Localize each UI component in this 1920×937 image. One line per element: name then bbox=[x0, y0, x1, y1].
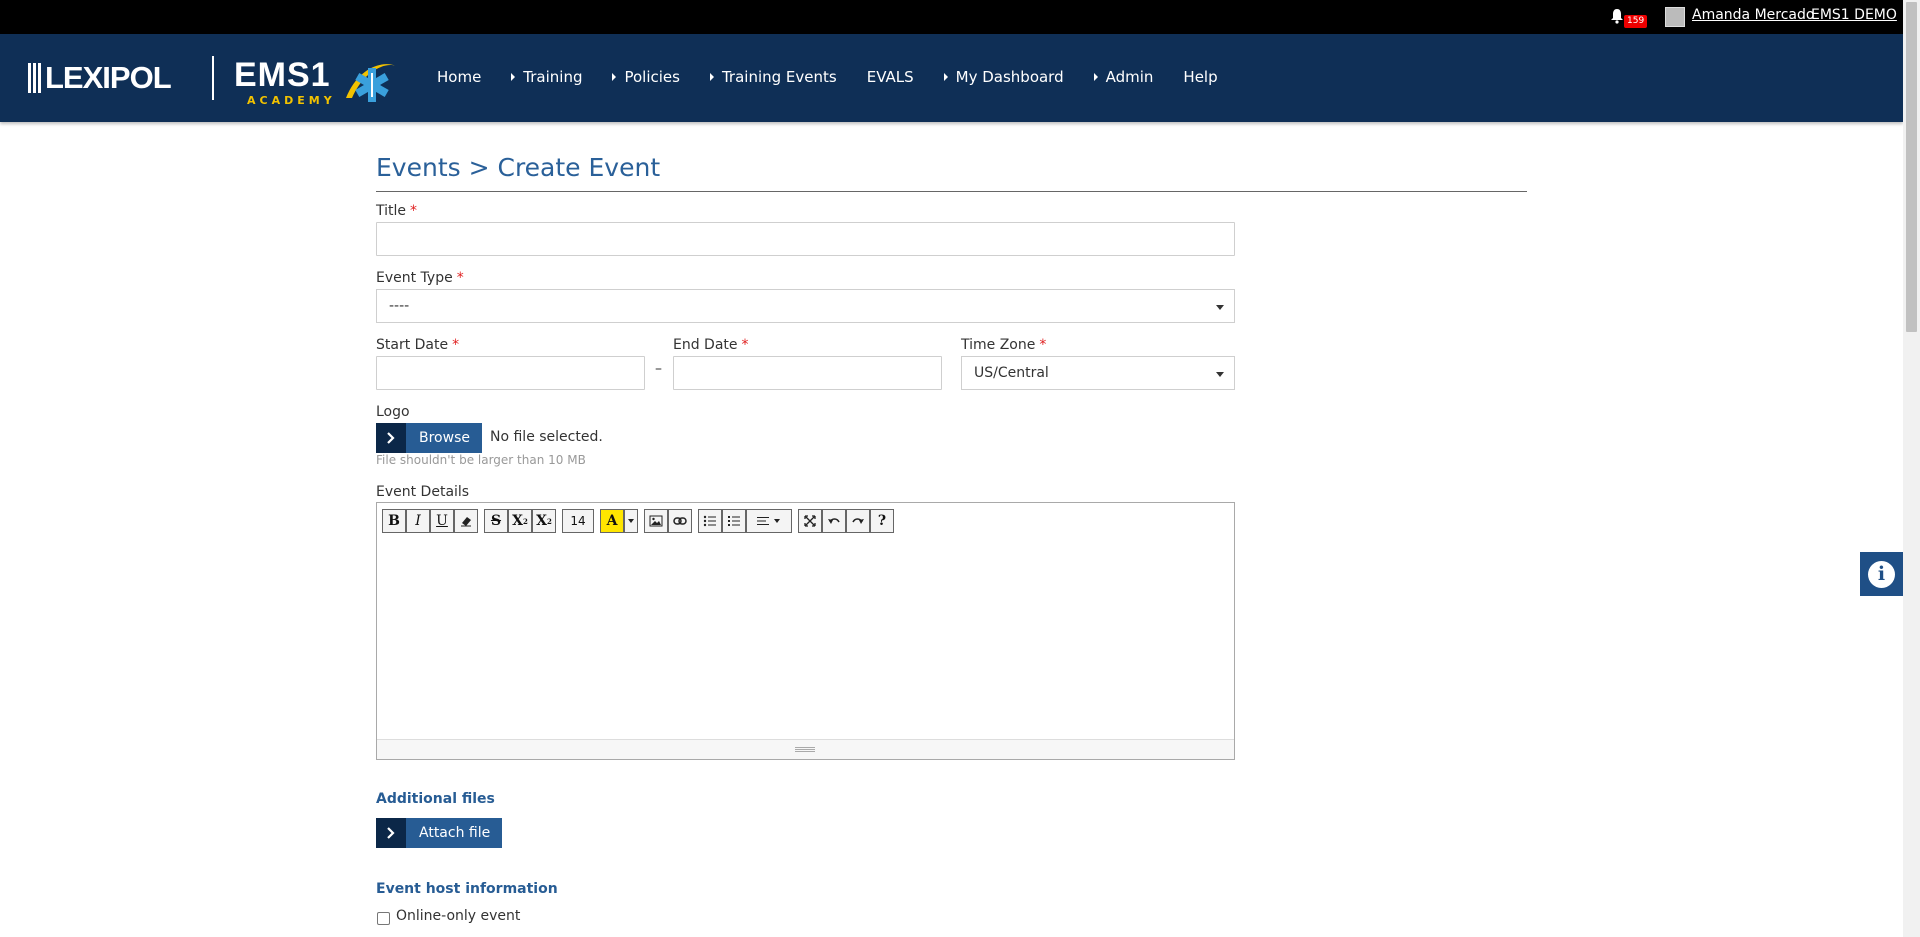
rich-text-editor[interactable]: B I U S X2 X2 14 A ? bbox=[376, 502, 1235, 760]
required-mark: * bbox=[410, 203, 418, 219]
bullet-list-icon[interactable] bbox=[698, 509, 722, 533]
logo-divider bbox=[212, 56, 214, 100]
nav-my-dashboard[interactable]: My Dashboard bbox=[943, 68, 1064, 86]
lexipol-logo[interactable]: LEXIPOL bbox=[28, 58, 172, 98]
time-zone-select[interactable]: US/Central bbox=[961, 356, 1235, 390]
caret-right-icon bbox=[943, 73, 948, 81]
chevron-down-icon bbox=[1216, 372, 1224, 377]
caret-right-icon bbox=[511, 73, 516, 81]
browse-button[interactable]: Browse bbox=[376, 423, 482, 453]
additional-files-heading: Additional files bbox=[376, 791, 495, 807]
text-color-icon[interactable]: A bbox=[600, 509, 624, 533]
nav-training[interactable]: Training bbox=[511, 68, 582, 86]
title-label: Title * bbox=[376, 203, 418, 219]
page-scrollbar[interactable] bbox=[1903, 0, 1920, 937]
subscript-icon[interactable]: X2 bbox=[532, 509, 556, 533]
org-name-link[interactable]: EMS1 DEMO bbox=[1811, 7, 1897, 23]
resize-grip-icon[interactable] bbox=[795, 747, 815, 752]
numbered-list-icon[interactable] bbox=[722, 509, 746, 533]
help-icon[interactable]: ? bbox=[870, 509, 894, 533]
event-host-info-heading: Event host information bbox=[376, 881, 558, 897]
caret-right-icon bbox=[709, 73, 714, 81]
main-nav: Home Training Policies Training Events E… bbox=[437, 68, 1248, 86]
italic-icon[interactable]: I bbox=[406, 509, 430, 533]
image-icon[interactable] bbox=[644, 509, 668, 533]
user-name-link[interactable]: Amanda Mercado bbox=[1692, 7, 1814, 23]
caret-right-icon bbox=[612, 73, 617, 81]
nav-policies[interactable]: Policies bbox=[612, 68, 680, 86]
nav-home[interactable]: Home bbox=[437, 68, 481, 86]
chevron-right-icon bbox=[376, 818, 406, 848]
avatar[interactable] bbox=[1665, 7, 1685, 27]
top-bar: 159 Amanda Mercado EMS1 DEMO bbox=[0, 0, 1903, 34]
superscript-icon[interactable]: X2 bbox=[508, 509, 532, 533]
nav-training-events[interactable]: Training Events bbox=[709, 68, 837, 86]
underline-icon[interactable]: U bbox=[430, 509, 454, 533]
end-date-input[interactable] bbox=[673, 356, 942, 390]
end-date-label: End Date * bbox=[673, 337, 749, 353]
undo-icon[interactable] bbox=[822, 509, 846, 533]
align-dropdown-icon[interactable] bbox=[746, 509, 792, 533]
editor-resize-bar[interactable] bbox=[377, 739, 1234, 759]
title-divider bbox=[376, 191, 1527, 192]
redo-icon[interactable] bbox=[846, 509, 870, 533]
page-title: Events > Create Event bbox=[376, 153, 661, 182]
main-header: LEXIPOL EMS1 ACADEMY Home Training Polic… bbox=[0, 34, 1903, 122]
event-type-select[interactable]: ---- bbox=[376, 289, 1235, 323]
attach-file-button[interactable]: Attach file bbox=[376, 818, 503, 848]
strikethrough-icon[interactable]: S bbox=[484, 509, 508, 533]
event-type-label: Event Type * bbox=[376, 270, 464, 286]
star-of-life-icon bbox=[346, 64, 396, 102]
font-size-button[interactable]: 14 bbox=[562, 509, 594, 533]
eraser-icon[interactable] bbox=[454, 509, 478, 533]
chevron-down-icon bbox=[1216, 305, 1224, 310]
no-file-text: No file selected. bbox=[490, 429, 603, 445]
nav-evals[interactable]: EVALS bbox=[867, 68, 914, 86]
logo-label: Logo bbox=[376, 404, 410, 420]
link-icon[interactable] bbox=[668, 509, 692, 533]
editor-toolbar: B I U S X2 X2 14 A ? bbox=[382, 509, 894, 533]
online-only-label: Online-only event bbox=[396, 908, 521, 924]
color-dropdown-icon[interactable] bbox=[624, 509, 638, 533]
nav-admin[interactable]: Admin bbox=[1093, 68, 1153, 86]
start-date-label: Start Date * bbox=[376, 337, 460, 353]
time-zone-label: Time Zone * bbox=[961, 337, 1047, 353]
nav-help[interactable]: Help bbox=[1183, 68, 1217, 86]
required-mark: * bbox=[1039, 337, 1047, 353]
caret-right-icon bbox=[1093, 73, 1098, 81]
date-separator: – bbox=[655, 361, 662, 377]
chevron-right-icon bbox=[376, 423, 406, 453]
required-mark: * bbox=[741, 337, 749, 353]
title-input[interactable] bbox=[376, 222, 1235, 256]
scrollbar-thumb[interactable] bbox=[1906, 2, 1917, 332]
notification-badge: 159 bbox=[1624, 15, 1648, 28]
required-mark: * bbox=[456, 270, 464, 286]
required-mark: * bbox=[452, 337, 460, 353]
bell-icon[interactable] bbox=[1610, 8, 1624, 24]
event-details-label: Event Details bbox=[376, 484, 470, 500]
info-button[interactable]: i bbox=[1860, 552, 1903, 596]
ems1-academy-logo[interactable]: EMS1 ACADEMY bbox=[232, 52, 397, 108]
info-icon: i bbox=[1868, 560, 1895, 588]
file-size-hint: File shouldn't be larger than 10 MB bbox=[376, 453, 586, 467]
pillars-icon bbox=[28, 63, 41, 93]
bold-icon[interactable]: B bbox=[382, 509, 406, 533]
start-date-input[interactable] bbox=[376, 356, 645, 390]
online-only-checkbox[interactable] bbox=[377, 912, 390, 925]
fullscreen-icon[interactable] bbox=[798, 509, 822, 533]
